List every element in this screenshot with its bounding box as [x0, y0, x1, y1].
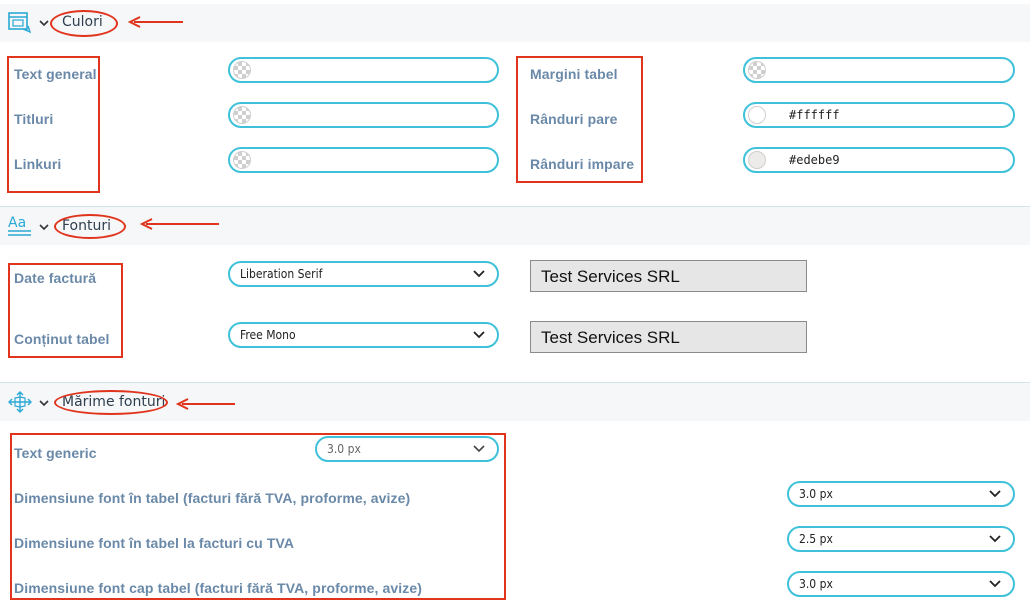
color-input-randuri-pare[interactable]: #ffffff: [743, 102, 1015, 128]
chevron-down-icon: [473, 331, 485, 339]
color-input-margini-tabel[interactable]: [743, 57, 1015, 83]
transparent-swatch-icon[interactable]: [233, 61, 251, 79]
size-select-font-cap-tabel[interactable]: 3.0 px: [787, 571, 1015, 597]
select-value: 3.0 px: [799, 487, 833, 501]
chevron-down-icon: [989, 580, 1001, 588]
transparent-swatch-icon[interactable]: [233, 151, 251, 169]
window-icon: [8, 12, 32, 34]
color-input-randuri-impare[interactable]: #edebe9: [743, 147, 1015, 173]
select-value: Liberation Serif: [240, 267, 323, 281]
color-hex-value[interactable]: #edebe9: [789, 153, 840, 167]
chevron-down-icon: [473, 445, 485, 453]
annotation-box: [516, 56, 643, 183]
font-preview-continut-tabel: Test Services SRL: [530, 321, 807, 353]
svg-text:Aa: Aa: [8, 215, 26, 231]
color-input-titluri[interactable]: [228, 102, 499, 128]
select-value: 2.5 px: [799, 532, 833, 546]
color-swatch-light-gray[interactable]: [748, 151, 766, 169]
select-value: 3.0 px: [799, 577, 833, 591]
chevron-down-icon: [473, 270, 485, 278]
color-input-text-general[interactable]: [228, 57, 499, 83]
color-hex-value[interactable]: #ffffff: [789, 108, 840, 122]
font-icon: Aa: [8, 215, 31, 236]
chevron-down-icon[interactable]: [39, 399, 49, 407]
chevron-down-icon[interactable]: [39, 223, 49, 231]
chevron-down-icon[interactable]: [39, 19, 49, 27]
chevron-down-icon: [989, 490, 1001, 498]
annotation-oval: [50, 10, 118, 37]
color-input-linkuri[interactable]: [228, 147, 499, 173]
transparent-swatch-icon[interactable]: [748, 61, 766, 79]
annotation-oval: [54, 214, 126, 239]
font-select-date-factura[interactable]: Liberation Serif: [228, 261, 499, 287]
annotation-oval: [54, 390, 168, 415]
size-select-text-generic[interactable]: 3.0 px: [315, 436, 499, 462]
select-value: 3.0 px: [327, 442, 361, 456]
annotation-arrow: [140, 218, 219, 230]
annotation-arrow: [176, 398, 235, 410]
annotation-box: [7, 56, 100, 193]
size-select-font-tabel-cu-tva[interactable]: 2.5 px: [787, 526, 1015, 552]
chevron-down-icon: [989, 535, 1001, 543]
size-select-font-tabel-fara-tva[interactable]: 3.0 px: [787, 481, 1015, 507]
font-select-continut-tabel[interactable]: Free Mono: [228, 322, 499, 348]
transparent-swatch-icon[interactable]: [233, 106, 251, 124]
color-swatch-white[interactable]: [748, 106, 766, 124]
font-preview-date-factura: Test Services SRL: [530, 260, 807, 292]
select-value: Free Mono: [240, 328, 296, 342]
annotation-box: [8, 263, 123, 358]
move-arrows-icon: [8, 391, 32, 413]
annotation-arrow: [128, 16, 183, 28]
